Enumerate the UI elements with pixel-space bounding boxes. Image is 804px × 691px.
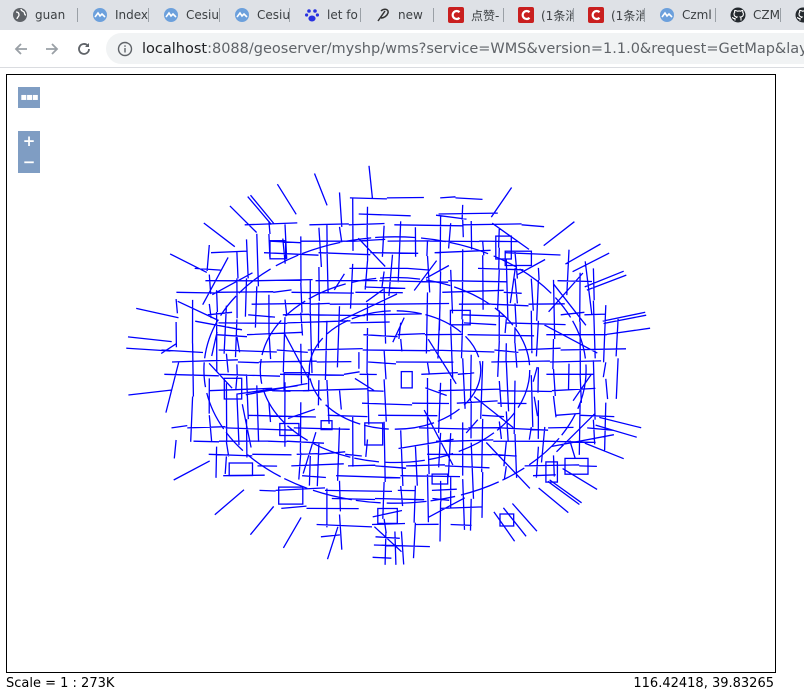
baidu-paw-icon [304,7,320,23]
tab-title: let fo [327,8,361,22]
tab-title: Czml [682,8,716,22]
tab-title: guan [35,8,78,22]
tab-strip: guan Index Cesiu Cesiu let fo new 点赞- (1条消 (1条消 C… [0,0,804,30]
browser-tab[interactable] [781,0,804,30]
csdn-icon [588,7,604,23]
forward-arrow-icon [44,41,60,57]
zoom-out-button[interactable]: − [18,152,40,173]
tab-title: Cesiu [257,8,290,22]
ring-road [309,311,481,429]
feather-icon [375,7,391,23]
tab-title: new [398,8,434,22]
browser-tab[interactable]: Cesiu [220,0,290,30]
address-bar[interactable]: localhost:8088/geoserver/myshp/wms?servi… [106,33,804,64]
browser-tab[interactable]: Index [78,0,149,30]
csdn-icon [448,7,464,23]
globe-icon [12,7,28,23]
tab-title: (1条消 [541,7,574,24]
browser-tab[interactable]: 点赞- [434,0,504,30]
github-icon [795,7,804,23]
mouse-position: 116.42418, 39.83265 [633,676,774,691]
browser-tab[interactable]: guan [0,0,78,30]
address-path: :8088/geoserver/myshp/wms?service=WMS&ve… [207,41,804,57]
browser-tab[interactable]: (1条消 [504,0,574,30]
city-block [378,509,398,524]
browser-tab[interactable]: (1条消 [574,0,645,30]
ring-road [204,237,586,503]
city-block [401,372,412,388]
address-host: localhost [142,41,207,57]
cesium-icon [659,7,675,23]
csdn-icon [518,7,534,23]
site-info-icon[interactable] [117,41,133,57]
road-path [126,166,650,565]
tab-title: (1条消 [611,7,645,24]
tab-title: CZML [753,8,781,22]
tab-title: Index [115,8,149,22]
cesium-icon [163,7,179,23]
browser-tab[interactable]: let fo [290,0,361,30]
zoom-in-button[interactable]: + [18,131,40,152]
tab-title: 点赞- [471,7,504,24]
back-button[interactable] [8,36,34,62]
github-icon [730,7,746,23]
browser-toolbar: localhost:8088/geoserver/myshp/wms?servi… [0,30,804,68]
road-network-layer[interactable] [7,75,775,672]
browser-tab[interactable]: Cesiu [149,0,220,30]
scale-text: Scale = 1 : 273K [6,676,114,691]
browser-tab[interactable]: Czml [645,0,716,30]
map-viewport[interactable]: ▪▪▪ + − [6,74,776,673]
reload-icon [76,41,92,57]
layer-switcher-button[interactable]: ▪▪▪ [18,87,40,108]
reload-button[interactable] [71,36,97,62]
city-block [229,463,252,476]
browser-tab[interactable]: CZML [716,0,781,30]
road-lines [126,166,650,565]
cesium-icon [234,7,250,23]
browser-tab[interactable]: new [361,0,434,30]
forward-button[interactable] [39,36,65,62]
cesium-icon [92,7,108,23]
tab-title: Cesiu [186,8,220,22]
city-block [284,373,309,391]
back-arrow-icon [13,41,29,57]
address-url: localhost:8088/geoserver/myshp/wms?servi… [142,41,804,57]
